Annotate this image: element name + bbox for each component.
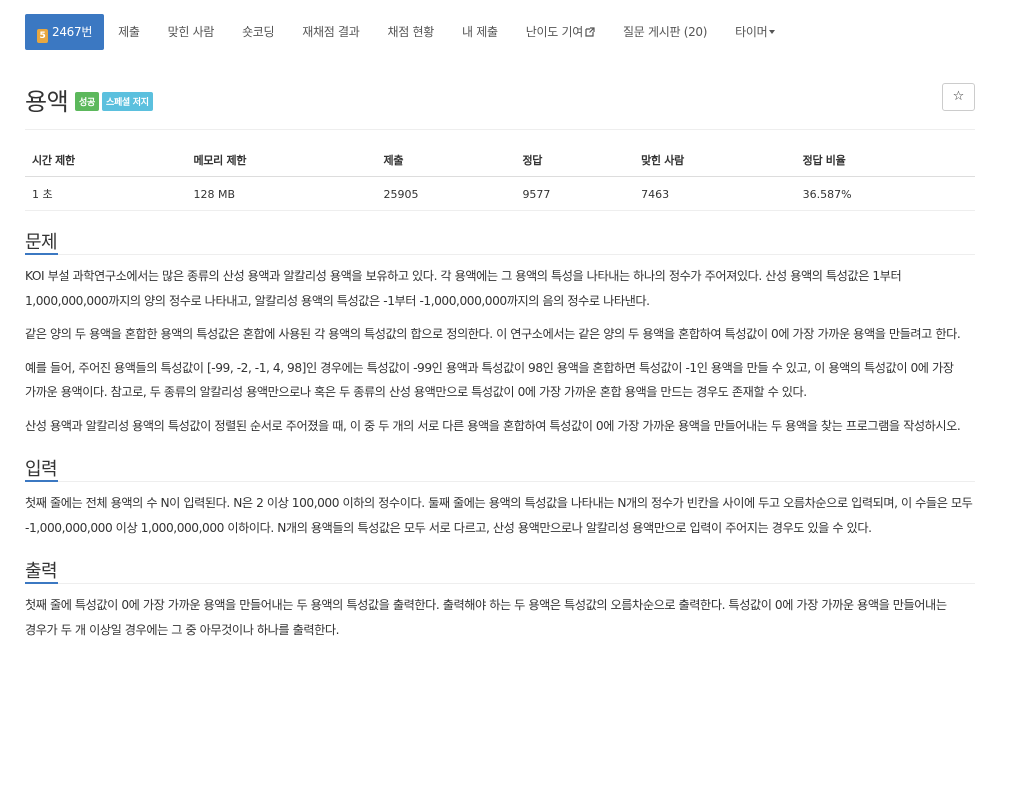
header-solved-users: 맞힌 사람 (634, 152, 796, 177)
problem-description-section: 문제 KOI 부설 과학연구소에서는 많은 종류의 산성 용액과 알칼리성 용액… (25, 228, 975, 438)
problem-menu: 5 2467번 제출 맞힌 사람 숏코딩 재채점 결과 채점 현황 내 제출 난이… (25, 14, 975, 50)
header-memory-limit: 메모리 제한 (186, 152, 377, 177)
accepted-value: 9577 (515, 176, 635, 211)
table-header-row: 시간 제한 메모리 제한 제출 정답 맞힌 사람 정답 비율 (25, 152, 975, 177)
tab-difficulty-contribution[interactable]: 난이도 기여 (512, 14, 609, 50)
favorite-button[interactable]: ☆ (942, 83, 975, 111)
problem-number-tab[interactable]: 5 2467번 (25, 14, 105, 50)
section-underline (25, 582, 58, 584)
section-underline (25, 480, 58, 482)
input-section: 입력 첫째 줄에는 전체 용액의 수 N이 입력된다. N은 2 이상 100,… (25, 455, 975, 540)
star-icon: ☆ (952, 89, 965, 104)
tab-judge-status[interactable]: 채점 현황 (374, 14, 448, 50)
memory-limit-value: 128 MB (186, 176, 377, 211)
output-section: 출력 첫째 줄에 특성값이 0에 가장 가까운 용액을 만들어내는 두 용액의 … (25, 557, 975, 642)
problem-paragraph: 산성 용액과 알칼리성 용액의 특성값이 정렬된 순서로 주어졌을 때, 이 중… (25, 418, 961, 433)
section-title-problem: 문제 (25, 232, 58, 253)
submissions-value: 25905 (376, 176, 516, 211)
tab-short-coding[interactable]: 숏코딩 (228, 14, 288, 50)
external-link-icon (585, 27, 595, 37)
section-title-output: 출력 (25, 561, 58, 582)
solved-users-value: 7463 (634, 176, 796, 211)
problem-title: 용액 (25, 88, 69, 116)
output-paragraph: 첫째 줄에 특성값이 0에 가장 가까운 용액을 만들어내는 두 용액의 특성값… (25, 598, 947, 637)
section-header: 출력 (25, 557, 975, 584)
section-title-input: 입력 (25, 459, 58, 480)
tab-submit[interactable]: 제출 (104, 14, 153, 50)
header-accepted: 정답 (515, 152, 635, 177)
tab-rejudge-results[interactable]: 재채점 결과 (288, 14, 373, 50)
caret-down-icon (769, 30, 776, 34)
problem-paragraph: KOI 부설 과학연구소에서는 많은 종류의 산성 용액과 알칼리성 용액을 보… (25, 269, 902, 308)
tab-solved-users[interactable]: 맞힌 사람 (154, 14, 228, 50)
problem-info-table: 시간 제한 메모리 제한 제출 정답 맞힌 사람 정답 비율 1 초 128 M… (25, 152, 975, 211)
header-accept-ratio: 정답 비율 (795, 152, 975, 177)
table-row: 1 초 128 MB 25905 9577 7463 36.587% (25, 176, 975, 211)
tab-difficulty-label: 난이도 기여 (525, 25, 584, 39)
page: 5 2467번 제출 맞힌 사람 숏코딩 재채점 결과 채점 현황 내 제출 난이… (0, 14, 1016, 799)
tab-timer-label: 타이머 (735, 25, 768, 39)
header-submissions: 제출 (376, 152, 516, 177)
special-judge-badge: 스페셜 저지 (101, 92, 153, 111)
problem-labels: 성공 스페셜 저지 (75, 92, 153, 111)
section-underline (25, 253, 58, 255)
input-paragraph: 첫째 줄에는 전체 용액의 수 N이 입력된다. N은 2 이상 100,000… (25, 496, 973, 535)
problem-paragraph: 같은 양의 두 용액을 혼합한 용액의 특성값은 혼합에 사용된 각 용액의 특… (25, 327, 961, 341)
accept-ratio-value: 36.587% (795, 176, 975, 211)
section-header: 문제 (25, 228, 975, 255)
problem-number: 2467번 (52, 25, 93, 39)
header-time-limit: 시간 제한 (25, 152, 187, 177)
status-badge: 성공 (75, 92, 99, 111)
tab-question-board[interactable]: 질문 게시판 (20) (609, 14, 721, 50)
time-limit-value: 1 초 (25, 176, 187, 211)
problem-paragraph: 예를 들어, 주어진 용액들의 특성값이 [-99, -2, -1, 4, 98… (25, 360, 954, 400)
section-header: 입력 (25, 455, 975, 482)
tab-timer[interactable]: 타이머 (721, 14, 789, 50)
tier-icon: 5 (37, 29, 48, 43)
tab-my-submissions[interactable]: 내 제출 (448, 14, 512, 50)
title-row: 용액 성공 스페셜 저지 ☆ (25, 80, 975, 130)
